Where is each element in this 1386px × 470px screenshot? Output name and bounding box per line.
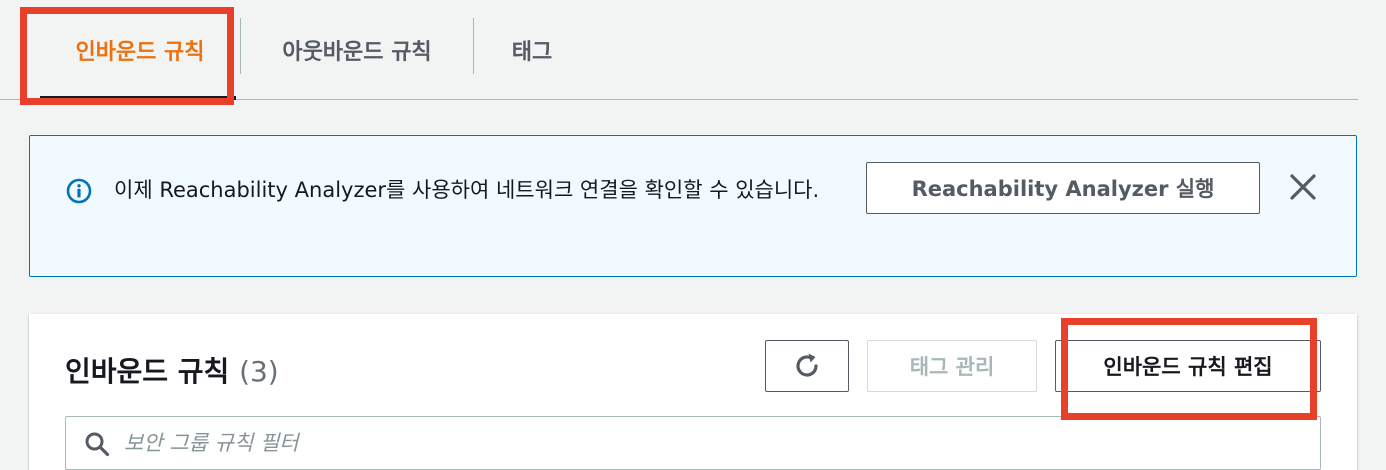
tab-tags-label: 태그 [511, 40, 553, 65]
tab-tags[interactable]: 태그 [474, 0, 590, 100]
search-icon [85, 432, 110, 457]
search-box [65, 416, 1321, 470]
highlight-box-edit-button [1061, 318, 1317, 420]
run-reachability-analyzer-label: Reachability Analyzer 실행 [911, 177, 1215, 201]
tab-outbound-rules-label: 아웃바운드 규칙 [282, 40, 432, 65]
panel-title-text: 인바운드 규칙 [65, 355, 230, 388]
info-icon [66, 178, 92, 204]
search-input[interactable] [124, 425, 1304, 461]
highlight-box-tab [20, 7, 234, 105]
info-alert: 이제 Reachability Analyzer를 사용하여 네트워크 연결을 … [29, 135, 1357, 277]
rules-count: (3) [239, 355, 279, 388]
close-icon[interactable] [1288, 172, 1318, 202]
panel-title: 인바운드 규칙 (3) [65, 350, 279, 390]
manage-tags-label: 태그 관리 [909, 355, 995, 379]
run-reachability-analyzer-button[interactable]: Reachability Analyzer 실행 [866, 162, 1260, 214]
refresh-icon [796, 353, 818, 377]
alert-message: 이제 Reachability Analyzer를 사용하여 네트워크 연결을 … [114, 178, 820, 202]
refresh-button[interactable] [765, 340, 849, 392]
manage-tags-button[interactable]: 태그 관리 [867, 340, 1037, 392]
tab-outbound-rules[interactable]: 아웃바운드 규칙 [240, 0, 474, 100]
